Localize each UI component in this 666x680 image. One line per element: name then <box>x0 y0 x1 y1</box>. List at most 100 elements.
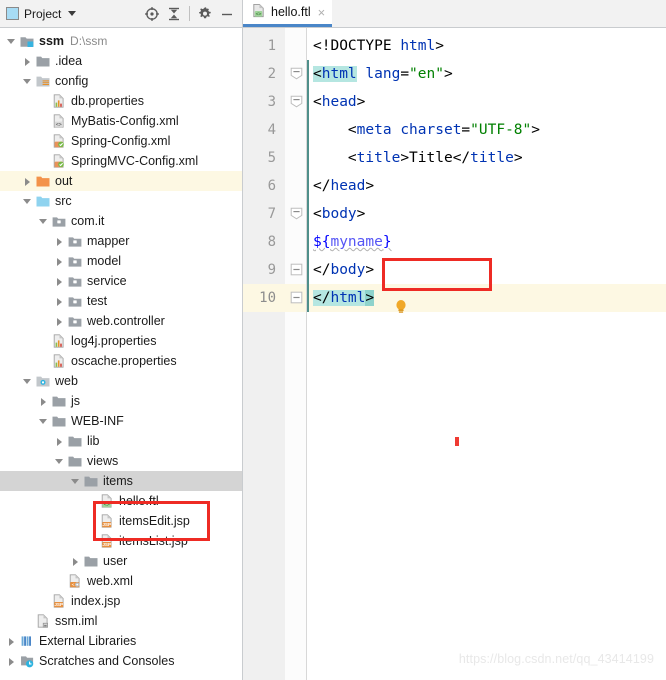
fold-expand-icon[interactable] <box>285 256 306 284</box>
chevron-right-icon[interactable] <box>54 316 65 327</box>
tree-node-db-properties[interactable]: db.properties <box>0 91 242 111</box>
chevron-right-icon[interactable] <box>22 176 33 187</box>
chevron-right-icon[interactable] <box>54 296 65 307</box>
tree-node-hello-ftl[interactable]: <> hello.ftl <box>0 491 242 511</box>
chevron-down-icon[interactable] <box>22 376 33 387</box>
tree-node-label: web <box>55 374 78 388</box>
fold-collapse-icon[interactable] <box>285 60 306 88</box>
code-line[interactable]: </html> <box>307 284 666 312</box>
minimize-icon[interactable] <box>216 3 238 25</box>
properties-icon <box>51 333 67 349</box>
intention-bulb-icon[interactable] <box>394 299 408 315</box>
chevron-right-icon[interactable] <box>6 656 17 667</box>
tree-node-mapper[interactable]: mapper <box>0 231 242 251</box>
package-icon <box>51 213 67 229</box>
tab-hello-ftl[interactable]: <> hello.ftl × <box>243 0 333 27</box>
code-line[interactable]: </body> <box>307 256 666 284</box>
chevron-down-icon[interactable] <box>22 76 33 87</box>
code-line[interactable]: </head> <box>307 172 666 200</box>
collapse-all-icon[interactable] <box>163 3 185 25</box>
code-line[interactable]: <body> <box>307 200 666 228</box>
locate-icon[interactable] <box>141 3 163 25</box>
chevron-down-icon[interactable] <box>6 36 17 47</box>
tree-node-service[interactable]: service <box>0 271 242 291</box>
chevron-right-icon[interactable] <box>54 436 65 447</box>
no-arrow-spacer <box>86 516 97 527</box>
chevron-down-icon[interactable] <box>70 476 81 487</box>
tree-node-views[interactable]: views <box>0 451 242 471</box>
tree-node-ssm-iml[interactable]: ssm.iml <box>0 611 242 631</box>
tree-node-itemsedit-jsp[interactable]: JSP itemsEdit.jsp <box>0 511 242 531</box>
chevron-right-icon[interactable] <box>22 56 33 67</box>
project-title-group[interactable]: Project <box>6 7 77 21</box>
code-line[interactable]: <meta charset="UTF-8"> <box>307 116 666 144</box>
chevron-right-icon[interactable] <box>38 396 49 407</box>
chevron-right-icon[interactable] <box>6 636 17 647</box>
tree-node-web-controller[interactable]: web.controller <box>0 311 242 331</box>
tree-node-oscache-properties[interactable]: oscache.properties <box>0 351 242 371</box>
tree-node-springmvc-config-xml[interactable]: SpringMVC-Config.xml <box>0 151 242 171</box>
folder-gray-icon <box>51 393 67 409</box>
no-arrow-spacer <box>54 576 65 587</box>
toolbar-separator <box>189 6 190 21</box>
code-editor[interactable]: 1 2 3 4 5 6 7 8 9 10 <!DOCTYPE html> <html lang="e… <box>243 28 666 680</box>
tree-node-label: model <box>87 254 122 268</box>
fold-collapse-icon[interactable] <box>285 88 306 116</box>
tree-node-src[interactable]: src <box>0 191 242 211</box>
tree-node-model[interactable]: model <box>0 251 242 271</box>
project-tree[interactable]: ssm D:\ssm .idea config db.properties <> MyBat… <box>0 28 242 680</box>
folder-out-icon <box>35 173 51 189</box>
tree-node-lib[interactable]: lib <box>0 431 242 451</box>
close-icon[interactable]: × <box>316 6 326 19</box>
tree-node-scratches-and-consoles[interactable]: Scratches and Consoles <box>0 651 242 671</box>
tree-node-user[interactable]: user <box>0 551 242 571</box>
libraries-icon <box>19 633 35 649</box>
code-content[interactable]: <!DOCTYPE html> <html lang="en"> <head> <m… <box>307 28 666 680</box>
tree-node-label: db.properties <box>71 94 144 108</box>
fold-collapse-icon[interactable] <box>285 200 306 228</box>
tree-node-external-libraries[interactable]: External Libraries <box>0 631 242 651</box>
tree-node-js[interactable]: js <box>0 391 242 411</box>
code-line[interactable]: <title>Title</title> <box>307 144 666 172</box>
chevron-down-icon[interactable] <box>68 11 77 16</box>
svg-text:JSP: JSP <box>102 522 111 527</box>
line-number: 6 <box>267 178 276 194</box>
tree-node-web-inf[interactable]: WEB-INF <box>0 411 242 431</box>
code-line[interactable]: ${myname} <box>307 228 666 256</box>
chevron-down-icon[interactable] <box>54 456 65 467</box>
chevron-down-icon[interactable] <box>38 216 49 227</box>
code-folding-gutter[interactable] <box>285 28 307 680</box>
chevron-right-icon[interactable] <box>70 556 81 567</box>
tree-node-index-jsp[interactable]: JSP index.jsp <box>0 591 242 611</box>
code-line[interactable]: <head> <box>307 88 666 116</box>
fold-marker-slot <box>285 116 306 144</box>
package-icon <box>67 293 83 309</box>
chevron-right-icon[interactable] <box>54 256 65 267</box>
tree-node-label: lib <box>87 434 100 448</box>
tree-node-itemslist-jsp[interactable]: JSP itemsList.jsp <box>0 531 242 551</box>
tree-node-label: out <box>55 174 73 188</box>
tree-node-log4j-properties[interactable]: log4j.properties <box>0 331 242 351</box>
tree-node-out[interactable]: out <box>0 171 242 191</box>
tree-node-ssm[interactable]: ssm D:\ssm <box>0 31 242 51</box>
tree-node-idea[interactable]: .idea <box>0 51 242 71</box>
tree-node-label: views <box>87 454 119 468</box>
fold-expand-icon[interactable] <box>285 284 306 312</box>
tree-node-config[interactable]: config <box>0 71 242 91</box>
tree-node-mybatis-config-xml[interactable]: <> MyBatis-Config.xml <box>0 111 242 131</box>
tree-node-items[interactable]: items <box>0 471 242 491</box>
chevron-right-icon[interactable] <box>54 276 65 287</box>
code-line[interactable]: <html lang="en"> <box>307 60 666 88</box>
chevron-down-icon[interactable] <box>22 196 33 207</box>
folder-gray-icon <box>35 53 51 69</box>
tree-node-web[interactable]: web <box>0 371 242 391</box>
tree-node-web-xml[interactable]: < web.xml <box>0 571 242 591</box>
code-line[interactable]: <!DOCTYPE html> <box>307 32 666 60</box>
svg-text:<>: <> <box>104 502 110 508</box>
chevron-down-icon[interactable] <box>38 416 49 427</box>
tree-node-spring-config-xml[interactable]: Spring-Config.xml <box>0 131 242 151</box>
gear-icon[interactable] <box>194 3 216 25</box>
chevron-right-icon[interactable] <box>54 236 65 247</box>
tree-node-test[interactable]: test <box>0 291 242 311</box>
tree-node-com-it[interactable]: com.it <box>0 211 242 231</box>
